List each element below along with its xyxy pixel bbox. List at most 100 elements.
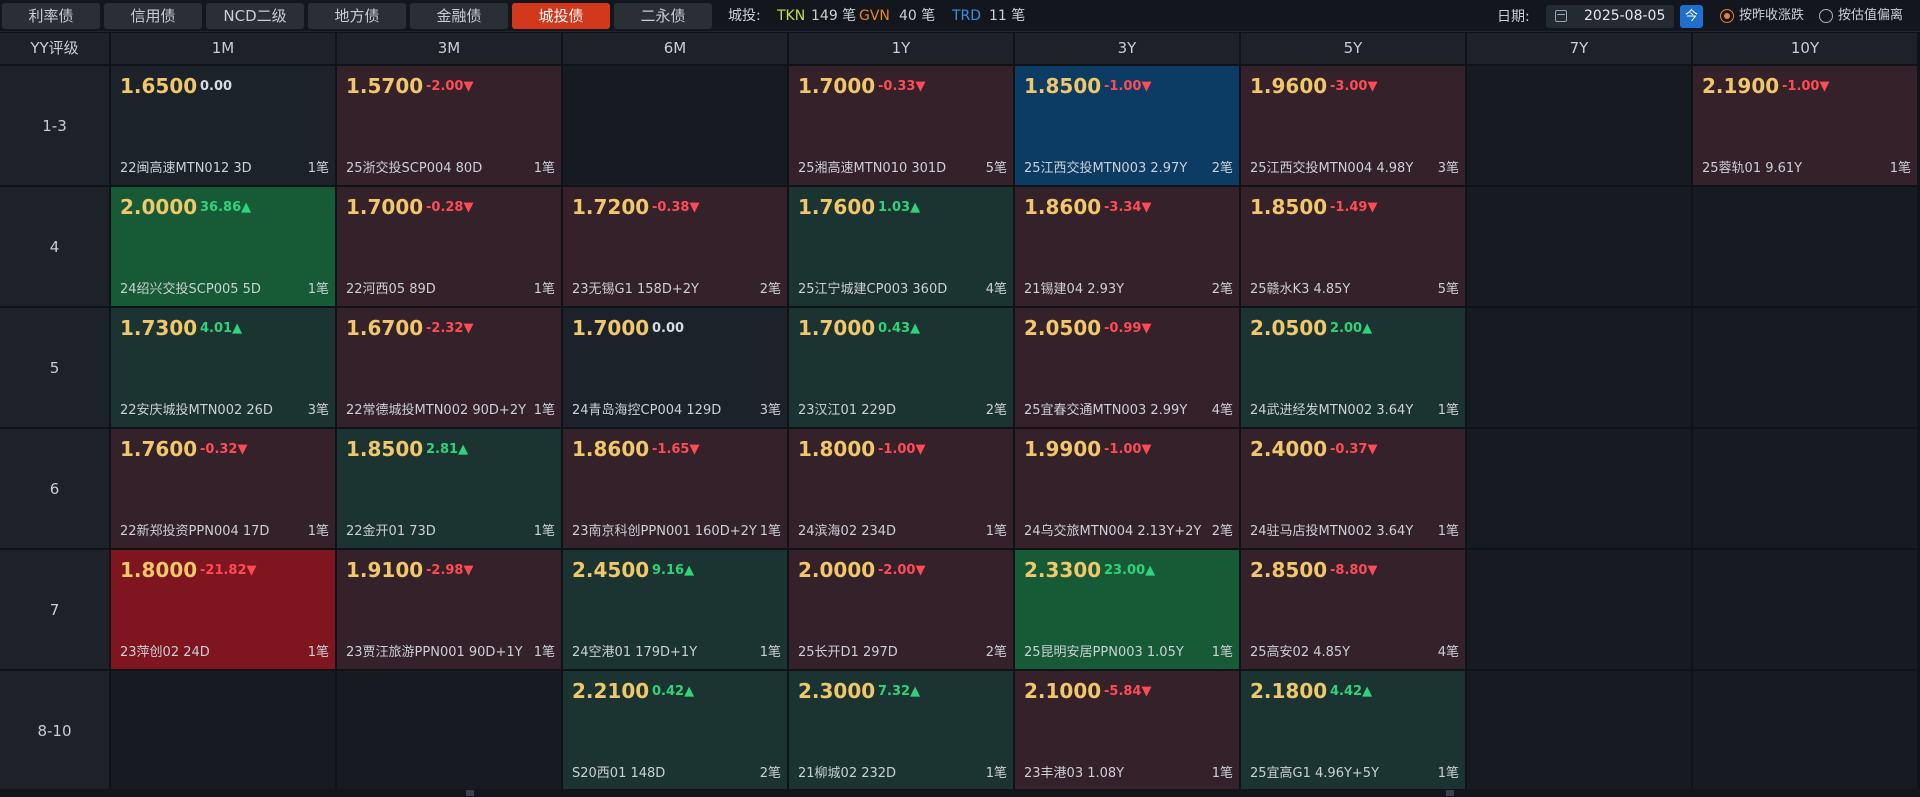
bond-yield: 1.8000 [120,558,198,582]
bond-cell[interactable]: 2.0500 2.00▲ 24武进经发MTN002 3.64Y 1笔 [1241,308,1465,427]
bond-name: 25蓉轨01 9.61Y [1702,161,1803,176]
bond-cell[interactable]: 2.3000 7.32▲ 21柳城02 232D 1笔 [789,671,1013,790]
empty-cell [1693,429,1917,548]
column-header-6m[interactable]: 6M [563,33,787,64]
trade-count: 3笔 [307,403,329,418]
bond-cell[interactable]: 1.7600 1.03▲ 25江宁城建CP003 360D 4笔 [789,187,1013,306]
bond-cell[interactable]: 1.8000 -1.00▼ 24滨海02 234D 1笔 [789,429,1013,548]
row-header-rating: 6 [0,429,109,548]
bond-cell[interactable]: 2.2100 0.42▲ S20西01 148D 2笔 [563,671,787,790]
bond-cell[interactable]: 2.0000 -2.00▼ 25长开D1 297D 2笔 [789,550,1013,669]
column-header-10y[interactable]: 10Y [1693,33,1917,64]
trade-count: 1笔 [759,645,781,660]
trade-count: 4笔 [1211,403,1233,418]
bond-cell[interactable]: 1.6700 -2.32▼ 22常德城投MTN002 90D+2Y 1笔 [337,308,561,427]
calendar-icon[interactable] [1555,10,1567,22]
bond-name: 24空港01 179D+1Y [572,645,698,660]
bond-cell[interactable]: 2.1900 -1.00▼ 25蓉轨01 9.61Y 1笔 [1693,66,1917,185]
bond-cell[interactable]: 2.0000 36.86▲ 24绍兴交投SCP005 5D 1笔 [111,187,335,306]
bond-cell[interactable]: 1.9900 -1.00▼ 24乌交旅MTN004 2.13Y+2Y 2笔 [1015,429,1239,548]
column-header-1y[interactable]: 1Y [789,33,1013,64]
column-header-3m[interactable]: 3M [337,33,561,64]
bond-cell[interactable]: 1.7200 -0.38▼ 23无锡G1 158D+2Y 2笔 [563,187,787,306]
bond-cell[interactable]: 1.9600 -3.00▼ 25江西交投MTN004 4.98Y 3笔 [1241,66,1465,185]
bond-yield: 1.8500 [1250,195,1328,219]
tab-local-gov-bond[interactable]: 地方债 [308,3,406,29]
bond-cell[interactable]: 1.7300 4.01▲ 22安庆城投MTN002 26D 3笔 [111,308,335,427]
scrollbar-handle-right[interactable] [1446,790,1454,796]
tab-perpetual-bond[interactable]: 二永债 [614,3,712,29]
tab-lgfv-bond[interactable]: 城投债 [512,3,610,29]
radio-valuation-deviation[interactable] [1819,9,1833,23]
empty-cell [1467,550,1691,669]
radio-prev-close[interactable] [1720,9,1734,23]
bond-yield: 1.5700 [346,74,424,98]
bond-cell[interactable]: 1.7000 -0.33▼ 25湘高速MTN010 301D 5笔 [789,66,1013,185]
horizontal-scrollbar[interactable] [0,789,1920,797]
top-bar: 利率债 信用债 NCD二级 地方债 金融债 城投债 二永债 城投: TKN 14… [0,0,1920,32]
bond-cell[interactable]: 1.5700 -2.00▼ 25浙交投SCP004 80D 1笔 [337,66,561,185]
trade-count: 1笔 [985,766,1007,781]
bond-yield: 2.0000 [120,195,198,219]
row-header-rating: 7 [0,550,109,669]
bond-cell[interactable]: 2.4500 9.16▲ 24空港01 179D+1Y 1笔 [563,550,787,669]
trade-count: 1笔 [985,524,1007,539]
bond-cell[interactable]: 1.8600 -1.65▼ 23南京科创PPN001 160D+2Y 1笔 [563,429,787,548]
bond-cell[interactable]: 2.1000 -5.84▼ 23丰港03 1.08Y 1笔 [1015,671,1239,790]
bond-yield: 2.1000 [1024,679,1102,703]
bond-yield: 1.8000 [798,437,876,461]
tab-rate-bond[interactable]: 利率债 [2,3,100,29]
row-header-rating: 5 [0,308,109,427]
trade-count: 4笔 [985,282,1007,297]
radio-prev-close-label[interactable]: 按昨收涨跌 [1739,0,1804,32]
yield-change: -1.00▼ [1104,442,1152,457]
empty-cell [1467,671,1691,790]
scrollbar-handle-left[interactable] [466,790,474,796]
bond-cell[interactable]: 2.4000 -0.37▼ 24驻马店投MTN002 3.64Y 1笔 [1241,429,1465,548]
trade-count: 5笔 [985,161,1007,176]
tab-financial-bond[interactable]: 金融债 [410,3,508,29]
bond-cell[interactable]: 1.9100 -2.98▼ 23贾汪旅游PPN001 90D+1Y 1笔 [337,550,561,669]
bond-cell[interactable]: 1.7000 -0.28▼ 22河西05 89D 1笔 [337,187,561,306]
bond-cell[interactable]: 1.8000 -21.82▼ 23萍创02 24D 1笔 [111,550,335,669]
bond-cell[interactable]: 1.8500 -1.00▼ 25江西交投MTN003 2.97Y 2笔 [1015,66,1239,185]
row-header-rating: 4 [0,187,109,306]
row-header-rating: 1-3 [0,66,109,185]
trade-count: 2笔 [985,645,1007,660]
bond-cell[interactable]: 1.8600 -3.34▼ 21锡建04 2.93Y 2笔 [1015,187,1239,306]
bond-cell[interactable]: 1.6500 0.00 22闽高速MTN012 3D 1笔 [111,66,335,185]
bond-name: 22安庆城投MTN002 26D [120,403,273,418]
radio-valuation-deviation-label[interactable]: 按估值偏离 [1838,0,1903,32]
bond-cell[interactable]: 1.7600 -0.32▼ 22新郑投资PPN004 17D 1笔 [111,429,335,548]
trade-count: 1笔 [307,282,329,297]
column-header-5y[interactable]: 5Y [1241,33,1465,64]
column-header-7y[interactable]: 7Y [1467,33,1691,64]
yield-change: -1.65▼ [652,442,700,457]
today-button[interactable]: 今 [1680,5,1703,28]
trade-count: 2笔 [759,282,781,297]
bond-name: 22新郑投资PPN004 17D [120,524,270,539]
column-header-1m[interactable]: 1M [111,33,335,64]
tab-credit-bond[interactable]: 信用债 [104,3,202,29]
trade-count: 1笔 [533,645,555,660]
tab-ncd-secondary[interactable]: NCD二级 [206,3,304,29]
date-picker[interactable]: 2025-08-05 [1546,5,1674,28]
yield-change: -2.00▼ [878,563,926,578]
yield-change: -3.00▼ [1330,79,1378,94]
trade-count: 1笔 [1437,766,1459,781]
bond-cell[interactable]: 1.7000 0.00 24青岛海控CP004 129D 3笔 [563,308,787,427]
bond-cell[interactable]: 2.0500 -0.99▼ 25宜春交通MTN003 2.99Y 4笔 [1015,308,1239,427]
bond-cell[interactable]: 2.8500 -8.80▼ 25高安02 4.85Y 4笔 [1241,550,1465,669]
bond-cell[interactable]: 2.3300 23.00▲ 25昆明安居PPN003 1.05Y 1笔 [1015,550,1239,669]
trade-count: 3笔 [1437,161,1459,176]
trade-count: 2笔 [1211,524,1233,539]
bond-cell[interactable]: 2.1800 4.42▲ 25宜高G1 4.96Y+5Y 1笔 [1241,671,1465,790]
yield-change: -3.34▼ [1104,200,1152,215]
bond-cell[interactable]: 1.8500 -1.49▼ 25赣水K3 4.85Y 5笔 [1241,187,1465,306]
column-header-3y[interactable]: 3Y [1015,33,1239,64]
bond-cell[interactable]: 1.7000 0.43▲ 23汉江01 229D 2笔 [789,308,1013,427]
yield-change: 1.03▲ [878,200,921,215]
yield-change: -2.98▼ [426,563,474,578]
empty-cell [111,671,335,790]
bond-cell[interactable]: 1.8500 2.81▲ 22金开01 73D 1笔 [337,429,561,548]
